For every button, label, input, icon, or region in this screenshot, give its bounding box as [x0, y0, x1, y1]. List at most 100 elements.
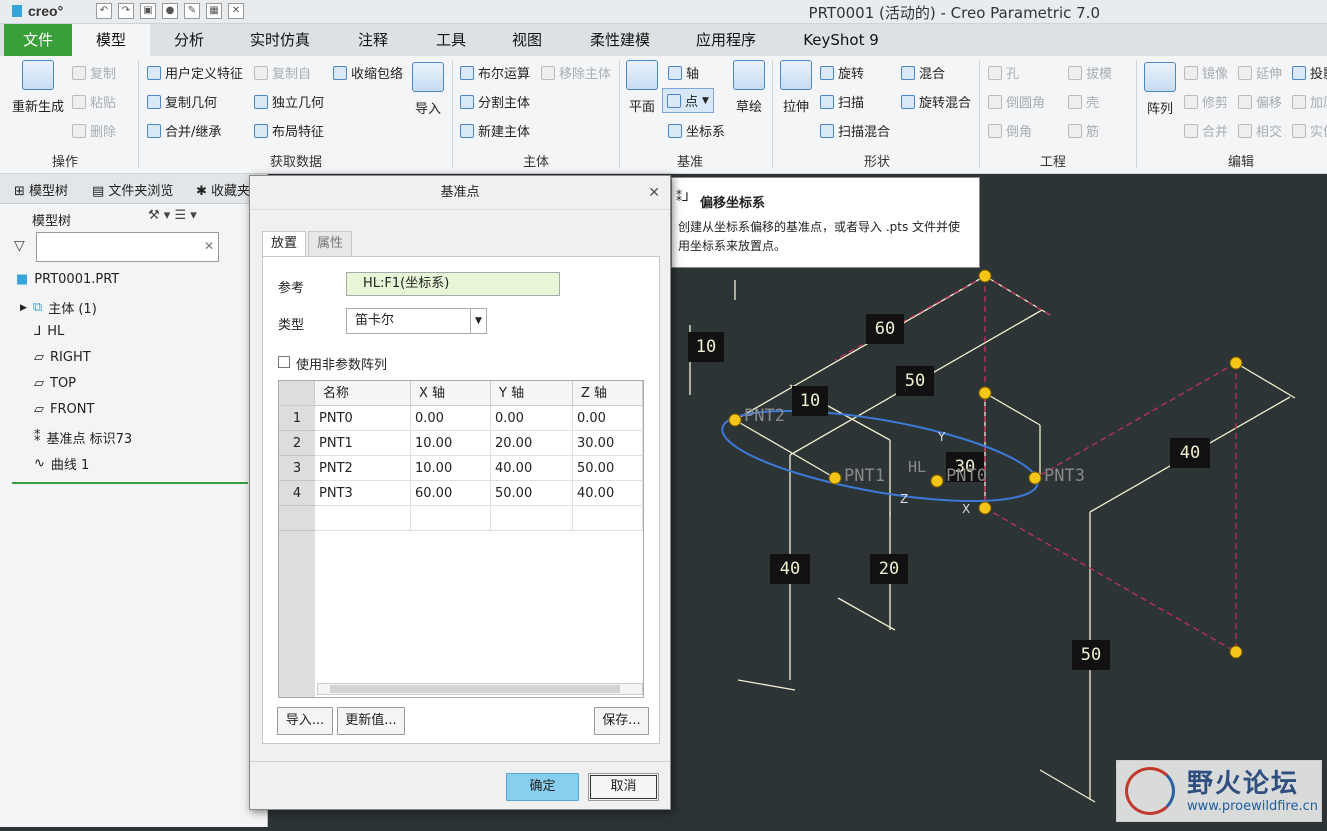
solidify-button[interactable]: 实体化 — [1292, 121, 1327, 140]
swept-blend-button[interactable]: 扫描混合 — [820, 121, 890, 140]
table-cell-y[interactable]: 50.00 — [491, 481, 573, 506]
tab-flexible-modeling[interactable]: 柔性建模 — [580, 24, 660, 56]
reference-collector[interactable]: HL:F1(坐标系) — [346, 272, 560, 296]
column-header-x[interactable]: X 轴 — [411, 381, 491, 406]
sketch-button[interactable]: 草绘 — [733, 60, 765, 115]
update-values-button[interactable]: 更新值... — [337, 707, 405, 735]
hole-button[interactable]: 孔 — [988, 63, 1019, 82]
tab-analysis[interactable]: 分析 — [160, 24, 218, 56]
tree-item-datum-point[interactable]: ⁑ 基准点 标识73 — [34, 428, 132, 447]
table-cell-empty[interactable] — [491, 506, 573, 531]
edit-icon[interactable]: ✎ — [184, 3, 200, 19]
dimension-label[interactable]: 40 — [770, 554, 810, 584]
tree-settings-icon[interactable]: ⚒ ▾ ☰ ▾ — [148, 208, 197, 223]
tab-tools[interactable]: 工具 — [424, 24, 478, 56]
table-cell-z[interactable]: 30.00 — [573, 431, 643, 456]
table-cell-y[interactable]: 20.00 — [491, 431, 573, 456]
table-cell-z[interactable]: 50.00 — [573, 456, 643, 481]
regenerate-icon[interactable]: ● — [162, 3, 178, 19]
table-cell-name[interactable]: PNT3 — [315, 481, 411, 506]
table-cell-x[interactable]: 10.00 — [411, 456, 491, 481]
dimension-label[interactable]: 10 — [688, 332, 724, 362]
save-icon[interactable]: ▣ — [140, 3, 156, 19]
dimension-label[interactable]: 60 — [866, 314, 904, 344]
group-label-engineering[interactable]: 工程 — [1040, 151, 1066, 170]
merge-inherit-button[interactable]: 合并/继承 — [147, 121, 221, 140]
row-number[interactable]: 3 — [279, 456, 315, 481]
table-cell-x[interactable]: 10.00 — [411, 431, 491, 456]
ok-button[interactable]: 确定 — [506, 773, 579, 801]
udf-button[interactable]: 用户定义特征 — [147, 63, 243, 82]
point-label[interactable]: PNT2 — [744, 406, 785, 426]
rib-button[interactable]: 筋 — [1068, 121, 1099, 140]
table-cell-name[interactable]: PNT0 — [315, 406, 411, 431]
delete-button[interactable]: 删除 — [72, 121, 116, 140]
tree-item-body[interactable]: ▶ ⧉ 主体 (1) — [20, 298, 97, 317]
dimension-label[interactable]: 50 — [1072, 640, 1110, 670]
point-label[interactable]: PNT3 — [1044, 466, 1085, 486]
tab-keyshot[interactable]: KeyShot 9 — [796, 24, 886, 56]
tab-properties[interactable]: 属性 — [308, 231, 353, 257]
horizontal-scrollbar[interactable] — [317, 683, 643, 695]
clear-icon[interactable]: ✕ — [204, 239, 214, 253]
cancel-button[interactable]: 取消 — [588, 773, 659, 801]
chevron-down-icon[interactable]: ▼ — [470, 309, 486, 333]
row-number[interactable]: 2 — [279, 431, 315, 456]
tab-folder-browser[interactable]: ▤ 文件夹浏览 — [92, 180, 173, 199]
chevron-down-icon[interactable]: ▼ — [702, 96, 709, 106]
scrollbar-thumb[interactable] — [330, 685, 620, 693]
table-cell-name[interactable]: PNT2 — [315, 456, 411, 481]
nonparametric-array-checkbox[interactable] — [278, 356, 290, 368]
tab-file[interactable]: 文件 — [4, 24, 72, 56]
close-icon[interactable]: ✕ — [648, 176, 660, 210]
point-label[interactable]: PNT1 — [844, 466, 885, 486]
revolve-button[interactable]: 旋转 — [820, 63, 864, 82]
window-icon[interactable]: ▦ — [206, 3, 222, 19]
column-header-y[interactable]: Y 轴 — [491, 381, 573, 406]
copy-geometry-button[interactable]: 复制几何 — [147, 92, 217, 111]
column-header-name[interactable]: 名称 — [315, 381, 411, 406]
group-label-edit[interactable]: 编辑 — [1228, 151, 1254, 170]
row-number[interactable]: 1 — [279, 406, 315, 431]
boolean-button[interactable]: 布尔运算 — [460, 63, 530, 82]
mirror-button[interactable]: 镜像 — [1184, 63, 1228, 82]
chamfer-button[interactable]: 倒角 — [988, 121, 1032, 140]
shell-button[interactable]: 壳 — [1068, 92, 1099, 111]
split-body-button[interactable]: 分割主体 — [460, 92, 530, 111]
table-cell-z[interactable]: 0.00 — [573, 406, 643, 431]
plane-button[interactable]: 平面 — [624, 60, 660, 115]
copy-from-button[interactable]: 复制自 — [254, 63, 311, 82]
expand-icon[interactable]: ▶ — [20, 303, 27, 313]
redo-icon[interactable]: ↷ — [118, 3, 134, 19]
tab-applications[interactable]: 应用程序 — [686, 24, 766, 56]
tab-view[interactable]: 视图 — [500, 24, 554, 56]
remove-body-button[interactable]: 移除主体 — [541, 63, 611, 82]
tab-annotate[interactable]: 注释 — [346, 24, 400, 56]
sweep-button[interactable]: 扫描 — [820, 92, 864, 111]
trim-button[interactable]: 修剪 — [1184, 92, 1228, 111]
tree-item-front[interactable]: ▱ FRONT — [34, 402, 94, 417]
thicken-button[interactable]: 加厚 — [1292, 92, 1327, 111]
type-select[interactable]: 笛卡尔 ▼ — [346, 308, 487, 334]
layout-feature-button[interactable]: 布局特征 — [254, 121, 324, 140]
tab-model-tree[interactable]: ⊞ 模型树 — [14, 180, 68, 199]
tree-item-curve[interactable]: ∿ 曲线 1 — [34, 454, 89, 473]
point-label[interactable]: PNT0 — [946, 466, 987, 486]
tree-item-part[interactable]: ■ PRT0001.PRT — [16, 272, 119, 287]
point-button[interactable]: 点 ▼ — [662, 88, 714, 113]
undo-icon[interactable]: ↶ — [96, 3, 112, 19]
new-body-button[interactable]: 新建主体 — [460, 121, 530, 140]
shrinkwrap-button[interactable]: 收缩包络 — [333, 63, 403, 82]
close-window-icon[interactable]: ✕ — [228, 3, 244, 19]
tab-simulation[interactable]: 实时仿真 — [240, 24, 320, 56]
round-button[interactable]: 倒圆角 — [988, 92, 1045, 111]
extend-button[interactable]: 延伸 — [1238, 63, 1282, 82]
dimension-label[interactable]: 20 — [870, 554, 908, 584]
pattern-button[interactable]: 阵列 — [1142, 62, 1178, 117]
tree-item-right[interactable]: ▱ RIGHT — [34, 350, 91, 365]
tab-favorites[interactable]: ✱ 收藏夹 — [196, 180, 250, 199]
import-button[interactable]: 导入... — [277, 707, 333, 735]
save-button[interactable]: 保存... — [594, 707, 649, 735]
dimension-label[interactable]: 40 — [1170, 438, 1210, 468]
independent-geometry-button[interactable]: 独立几何 — [254, 92, 324, 111]
